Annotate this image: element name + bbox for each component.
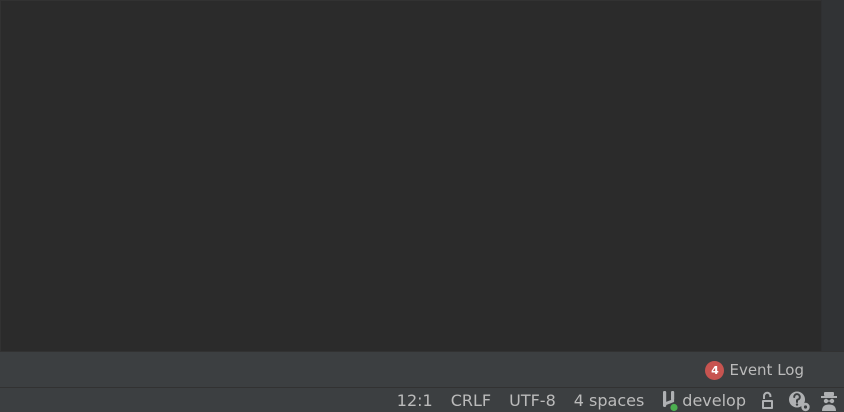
hector-widget[interactable] bbox=[814, 388, 844, 412]
vcs-branch-widget[interactable]: develop bbox=[653, 388, 754, 412]
editor-scrollbar[interactable] bbox=[821, 0, 844, 351]
editor-area[interactable] bbox=[0, 0, 821, 351]
status-widgets: 12:1 CRLF UTF-8 4 spaces develop bbox=[388, 388, 844, 412]
event-log-button[interactable]: 4 Event Log bbox=[705, 359, 804, 381]
indent-setting[interactable]: 4 spaces bbox=[565, 388, 654, 412]
branch-name: develop bbox=[682, 391, 746, 410]
inspection-widget[interactable] bbox=[784, 388, 814, 412]
event-log-label: Event Log bbox=[729, 361, 804, 379]
file-encoding[interactable]: UTF-8 bbox=[500, 388, 565, 412]
status-bar: 12:1 CRLF UTF-8 4 spaces develop bbox=[0, 387, 844, 412]
hector-icon bbox=[821, 391, 837, 411]
line-separator[interactable]: CRLF bbox=[442, 388, 500, 412]
ide-window: 4 Event Log 12:1 CRLF UTF-8 4 spaces dev… bbox=[0, 0, 844, 412]
read-only-toggle[interactable] bbox=[754, 388, 784, 412]
git-branch-icon bbox=[663, 390, 678, 411]
unlock-icon bbox=[762, 391, 773, 409]
event-count-badge: 4 bbox=[705, 360, 725, 380]
tool-window-strip: 4 Event Log bbox=[0, 351, 844, 387]
inspection-profile-icon bbox=[789, 391, 810, 411]
caret-position[interactable]: 12:1 bbox=[388, 388, 442, 412]
